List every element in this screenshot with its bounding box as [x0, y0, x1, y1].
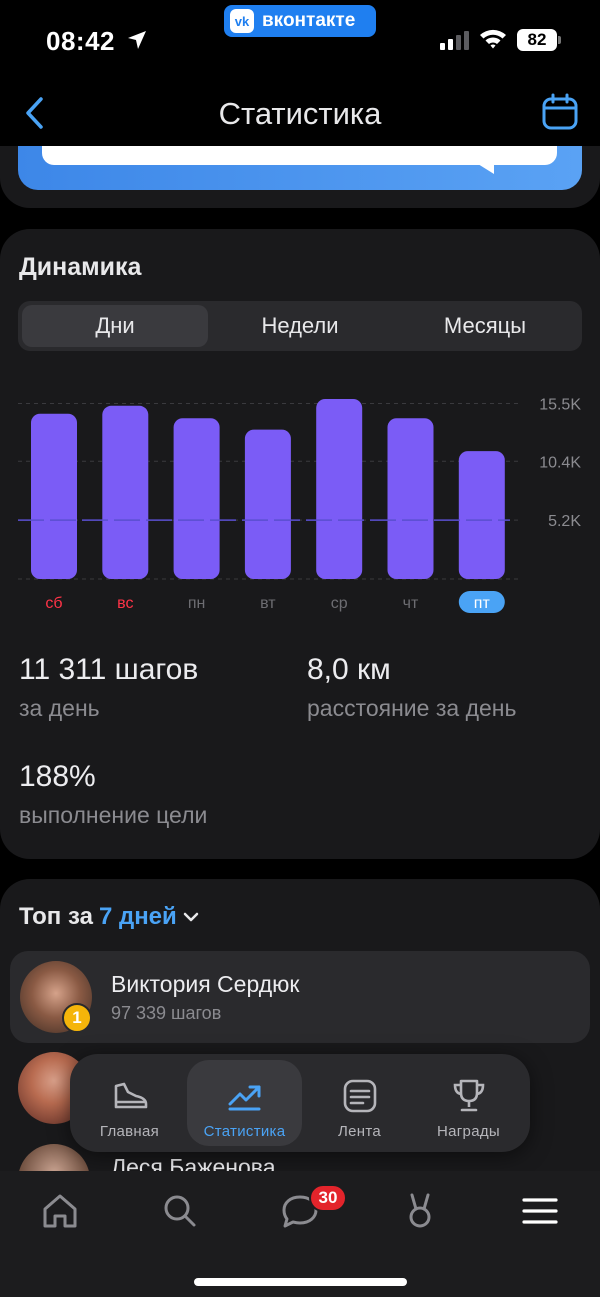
rank-badge: 1 [62, 1003, 92, 1033]
battery-tip [558, 36, 561, 44]
x-tick-label[interactable]: пн [188, 595, 206, 612]
calendar-icon [542, 93, 578, 130]
tab-weeks[interactable]: Недели [207, 305, 393, 347]
x-tick-label[interactable]: вт [260, 595, 276, 612]
nav-feed-label: Лента [337, 1123, 381, 1140]
nav-awards[interactable]: Награды [411, 1060, 526, 1146]
nav-statistics[interactable]: Статистика [187, 1060, 302, 1146]
top-prefix: Топ за [19, 903, 93, 930]
trophy-icon [453, 1079, 484, 1112]
home-indicator[interactable] [194, 1278, 407, 1286]
menu-icon[interactable] [518, 1189, 562, 1233]
navigation-bar: Статистика [0, 80, 600, 146]
leaderboard-row[interactable]: 1 Виктория Сердюк 97 339 шагов [10, 951, 590, 1043]
distance-value: 8,0 км [307, 653, 391, 686]
page-title: Статистика [218, 96, 382, 131]
distance-label: расстояние за день [307, 695, 517, 721]
chart-bar[interactable] [387, 418, 434, 579]
steps-value: 11 311 шагов [19, 653, 199, 686]
y-tick-label: 5.2K [548, 513, 581, 530]
calendar-button[interactable] [540, 92, 580, 132]
tab-days[interactable]: Дни [22, 305, 208, 347]
banner-bubble-tail [478, 164, 494, 174]
return-to-app-pill[interactable]: vk вконтакте [224, 5, 376, 37]
wifi-icon [480, 29, 506, 49]
user-name: Виктория Сердюк [111, 971, 300, 997]
floating-navigation: Главная Статистика Лента Награды [70, 1054, 530, 1152]
goal-label: выполнение цели [19, 802, 208, 828]
top-period: 7 дней [98, 903, 177, 930]
chart-bar[interactable] [458, 451, 505, 579]
feed-icon [343, 1079, 376, 1113]
clock: 08:42 [46, 26, 115, 56]
x-tick-label[interactable]: сб [45, 595, 62, 612]
trend-icon [228, 1085, 260, 1111]
banner-card [0, 146, 600, 208]
search-icon[interactable] [158, 1189, 202, 1233]
chart-bar[interactable] [316, 399, 363, 579]
dynamics-title: Динамика [19, 253, 142, 281]
vk-logo-icon: vk [230, 9, 254, 33]
chevron-down-icon [183, 912, 199, 922]
chart-bar[interactable] [173, 418, 220, 579]
tab-months[interactable]: Месяцы [392, 305, 578, 347]
nav-main[interactable]: Главная [72, 1060, 187, 1146]
period-segmented-control: Дни Недели Месяцы [18, 301, 582, 351]
status-bar: 08:42 vk вконтакте 82 [0, 0, 600, 80]
battery-level: 82 [517, 29, 557, 51]
location-arrow-icon [128, 31, 146, 49]
top-period-selector[interactable]: Топ за 7 дней [19, 903, 199, 931]
messages-badge: 30 [309, 1184, 347, 1212]
nav-statistics-label: Статистика [203, 1123, 286, 1140]
steps-bar-chart: 15.5K 10.4K 5.2K сб вс пн вт ср чт пт [18, 397, 581, 613]
steps-label: за день [19, 695, 100, 721]
return-app-label: вконтакте [262, 10, 356, 31]
chart-bar[interactable] [244, 429, 291, 579]
home-icon[interactable] [38, 1189, 82, 1233]
chart-bar[interactable] [102, 405, 149, 579]
chart-bar[interactable] [31, 413, 77, 579]
x-tick-label[interactable]: вс [117, 595, 133, 612]
x-tick-label[interactable]: чт [403, 595, 419, 612]
goal-value: 188% [19, 760, 96, 793]
x-tick-label[interactable]: ср [331, 595, 348, 612]
nav-awards-label: Награды [437, 1123, 500, 1140]
user-steps: 97 339 шагов [111, 1003, 222, 1023]
y-tick-label: 10.4K [539, 454, 581, 471]
banner-bubble [42, 146, 557, 165]
dynamics-card: Динамика Дни Недели Месяцы 15.5K 10.4K 5.2… [0, 229, 600, 859]
cellular-signal-icon [440, 31, 469, 50]
nav-main-label: Главная [99, 1123, 160, 1140]
y-tick-label: 15.5K [539, 397, 581, 414]
clips-icon[interactable] [398, 1189, 442, 1233]
nav-feed[interactable]: Лента [302, 1060, 417, 1146]
promo-banner[interactable] [18, 146, 582, 190]
x-tick-label[interactable]: пт [474, 595, 491, 612]
sneaker-icon [114, 1082, 147, 1109]
